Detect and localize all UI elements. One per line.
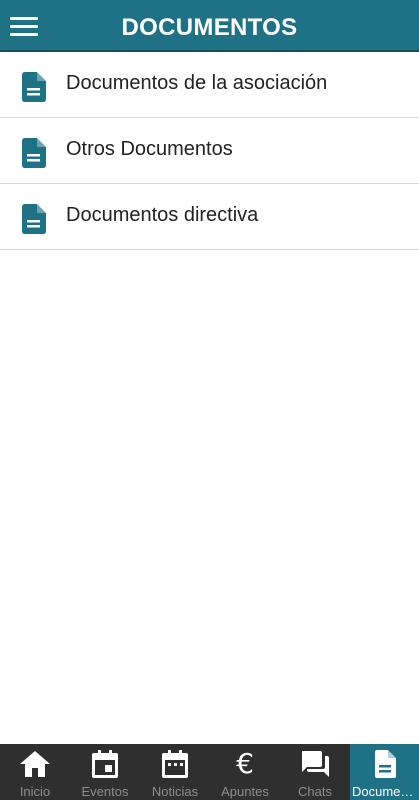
document-icon xyxy=(374,750,396,778)
list-item-documentos-directiva[interactable]: Documentos directiva xyxy=(0,184,419,250)
tab-label: Chats xyxy=(298,784,332,799)
tab-label: Documentos xyxy=(352,784,419,799)
calendar-event-icon xyxy=(92,750,118,778)
tab-eventos[interactable]: Eventos xyxy=(70,744,140,800)
document-icon xyxy=(22,72,46,102)
tab-documentos[interactable]: Documentos xyxy=(350,744,419,800)
tab-inicio[interactable]: Inicio xyxy=(0,744,70,800)
home-icon xyxy=(20,751,50,777)
list-item-label: Documentos de la asociación xyxy=(66,72,328,94)
tab-chats[interactable]: Chats xyxy=(280,744,350,800)
tab-label: Inicio xyxy=(19,784,51,799)
tab-label: Apuntes xyxy=(221,784,269,799)
list-item-label: Otros Documentos xyxy=(66,138,233,160)
calendar-icon xyxy=(162,750,188,778)
list-item-documentos-asociacion[interactable]: Documentos de la asociación xyxy=(0,52,419,118)
tab-label: Eventos xyxy=(81,784,129,799)
tab-noticias[interactable]: Noticias xyxy=(140,744,210,800)
document-icon xyxy=(22,204,46,234)
app-screen: DOCUMENTOS Documentos de la asociación O… xyxy=(0,0,419,800)
document-icon xyxy=(22,138,46,168)
list-item-otros-documentos[interactable]: Otros Documentos xyxy=(0,118,419,184)
euro-icon: € xyxy=(236,747,254,780)
tab-label: Noticias xyxy=(151,784,199,799)
top-app-bar: DOCUMENTOS xyxy=(0,0,419,52)
documents-list: Documentos de la asociación Otros Docume… xyxy=(0,52,419,250)
list-item-label: Documentos directiva xyxy=(66,204,259,226)
chat-icon xyxy=(302,751,329,777)
tab-apuntes[interactable]: € Apuntes xyxy=(210,744,280,800)
bottom-tab-bar: Inicio Eventos Noticias € Apuntes Chats … xyxy=(0,744,419,800)
page-title: DOCUMENTOS xyxy=(121,14,298,41)
